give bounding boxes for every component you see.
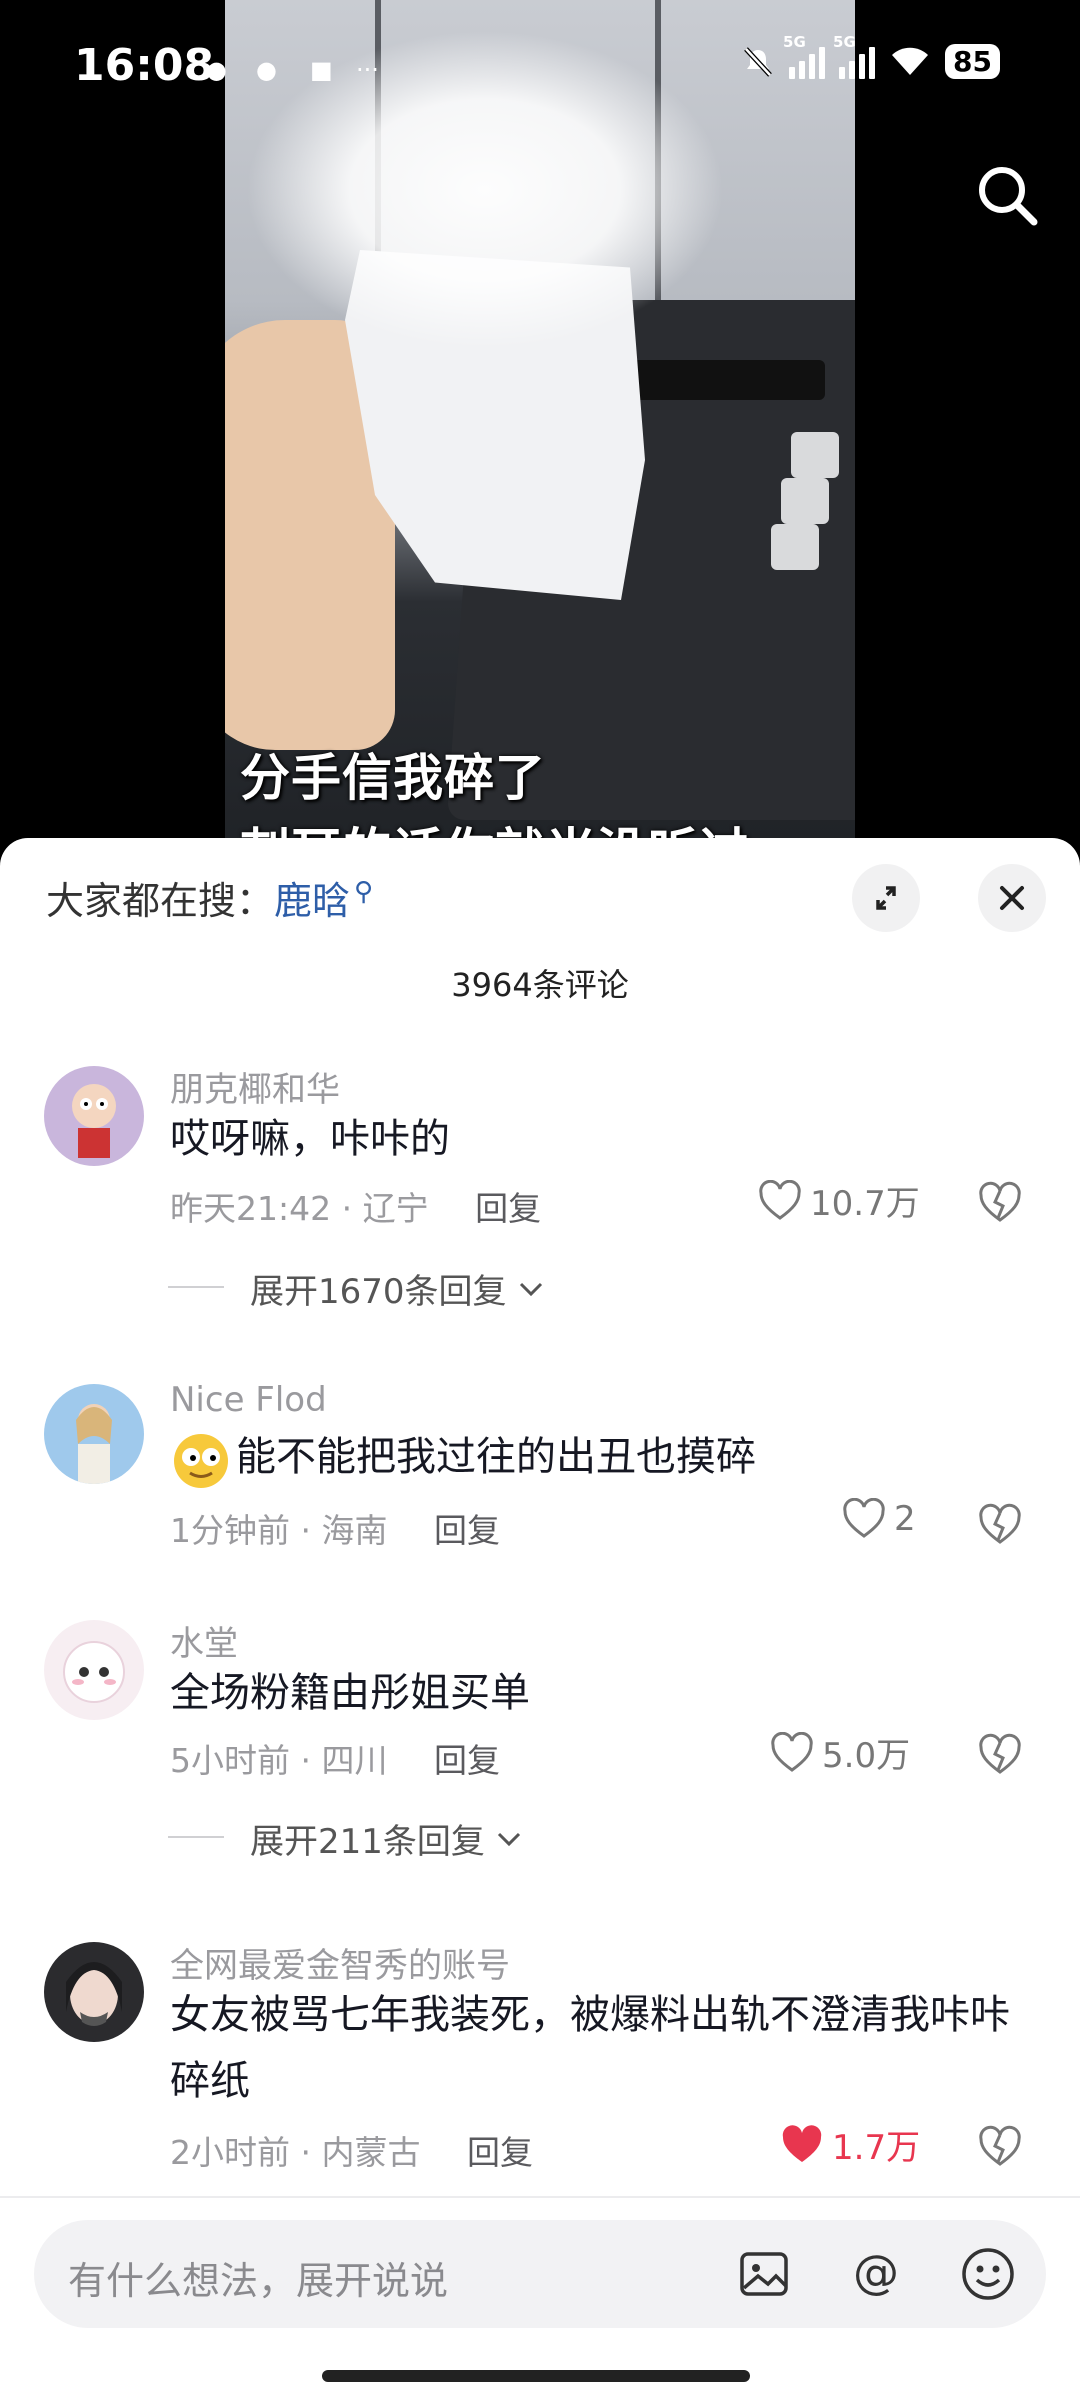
like-button[interactable]: 5.0万 (770, 1728, 910, 1777)
heart-icon (771, 1731, 813, 1772)
comment-location: 四川 (321, 1741, 388, 1780)
comment-location: 辽宁 (362, 1189, 429, 1228)
mute-icon (744, 46, 772, 77)
comment-username[interactable]: 水堂 (170, 1616, 238, 1665)
comment-text: 全场粉籍由彤姐买单 (170, 1670, 530, 1716)
heart-icon (843, 1498, 885, 1538)
comment-text: 女友被骂七年我装死，被爆料出轨不澄清我咔咔碎纸 (170, 1992, 1010, 2104)
status-bar: 16:08 ● ● ■ ··· 5G 5G 85 (0, 0, 1080, 130)
wifi-icon (892, 47, 929, 75)
comments-sheet: 大家都在搜：鹿晗 ⚲ 3964条评论 朋克椰和华 哎呀嘛，咔咔的 昨天21:42… (0, 838, 1080, 2400)
comment-meta: 昨天21:42 · 辽宁 回复 (170, 1189, 542, 1228)
chevron-down-icon (497, 1832, 520, 1846)
search-icon[interactable] (972, 160, 1044, 232)
comment-input-bar: 有什么想法，展开说说 @ (0, 2196, 1080, 2400)
video-subtitle: 分手信我碎了 (240, 749, 546, 807)
comment-time: 昨天21:42 (170, 1189, 332, 1228)
cell-signal-icon: 5G (783, 33, 826, 79)
close-button[interactable] (978, 864, 1046, 932)
heart-icon (759, 1179, 801, 1220)
avatar[interactable] (44, 1066, 144, 1166)
search-icon: ⚲ (354, 877, 374, 908)
shredder-button (791, 432, 839, 478)
expand-icon (876, 886, 896, 910)
comment-username[interactable]: Nice Flod (170, 1380, 327, 1420)
like-button[interactable]: 1.7万 (780, 2120, 920, 2169)
notification-icon: ● (206, 56, 227, 84)
trending-query-link[interactable]: 鹿晗 ⚲ (274, 877, 374, 923)
cell-signal-icon: 5G (833, 33, 876, 79)
like-count: 2 (894, 1499, 916, 1539)
dislike-icon[interactable] (976, 1730, 1024, 1778)
emoji-picker-icon[interactable] (958, 2244, 1018, 2304)
avatar[interactable] (44, 1942, 144, 2042)
avatar[interactable] (44, 1620, 144, 1720)
battery-indicator: 85 (945, 44, 1000, 79)
divider (168, 1836, 224, 1838)
comment-input-placeholder: 有什么想法，展开说说 (68, 2259, 449, 2303)
reply-button[interactable]: 回复 (475, 1189, 541, 1228)
comment-input[interactable]: 有什么想法，展开说说 @ (34, 2220, 1046, 2328)
reply-button[interactable]: 回复 (434, 1511, 500, 1550)
divider (168, 1286, 224, 1288)
like-count: 10.7万 (810, 1184, 920, 1224)
trending-search[interactable]: 大家都在搜：鹿晗 ⚲ (46, 870, 373, 925)
emoji-icon (174, 1434, 228, 1488)
like-button[interactable]: 10.7万 (758, 1176, 920, 1225)
like-count: 5.0万 (822, 1736, 911, 1776)
comment-text: 能不能把我过往的出丑也摸碎 (170, 1424, 1020, 1490)
close-icon (1000, 886, 1024, 910)
comment-time: 1分钟前 (170, 1511, 290, 1550)
expand-fullscreen-button[interactable] (852, 864, 920, 932)
svg-text:@: @ (853, 2245, 899, 2299)
status-indicators: 5G 5G 85 (741, 33, 1000, 79)
comment-meta: 5小时前 · 四川 回复 (170, 1741, 500, 1780)
like-button[interactable]: 2 (842, 1498, 916, 1540)
avatar[interactable] (44, 1384, 144, 1484)
like-count: 1.7万 (832, 2128, 921, 2168)
reply-button[interactable]: 回复 (434, 1741, 500, 1780)
comment-username[interactable]: 全网最爱金智秀的账号 (170, 1938, 510, 1987)
image-icon[interactable] (734, 2244, 794, 2304)
expand-replies-button[interactable]: 展开1670条回复 (168, 1264, 545, 1313)
comment-time: 5小时前 (170, 1741, 290, 1780)
mention-icon[interactable]: @ (846, 2244, 906, 2304)
comment-time: 2小时前 (170, 2133, 290, 2172)
dislike-icon[interactable] (976, 1500, 1024, 1548)
comment-text: 哎呀嘛，咔咔的 (170, 1116, 450, 1162)
trending-label: 大家都在搜： (46, 879, 275, 923)
comment-location: 海南 (321, 1511, 388, 1550)
dislike-icon[interactable] (976, 2122, 1024, 2170)
comment-count: 3964条评论 (451, 966, 629, 1004)
comment-location: 内蒙古 (321, 2133, 421, 2172)
shredder-button (781, 478, 829, 524)
chevron-down-icon (519, 1282, 542, 1296)
comment-meta: 1分钟前 · 海南 回复 (170, 1511, 500, 1550)
notification-icon: ■ (310, 56, 333, 84)
expand-replies-button[interactable]: 展开211条回复 (168, 1814, 523, 1863)
notification-icon: ● (256, 56, 277, 84)
comment-username[interactable]: 朋克椰和华 (170, 1062, 340, 1111)
home-indicator[interactable] (322, 2370, 750, 2382)
dislike-icon[interactable] (976, 1178, 1024, 1226)
heart-filled-icon (782, 2124, 822, 2162)
reply-button[interactable]: 回复 (467, 2133, 533, 2172)
comment-meta: 2小时前 · 内蒙古 回复 (170, 2133, 533, 2172)
more-notifications-icon: ··· (356, 56, 379, 84)
status-time: 16:08 (74, 40, 215, 91)
shredder-button (771, 524, 819, 570)
